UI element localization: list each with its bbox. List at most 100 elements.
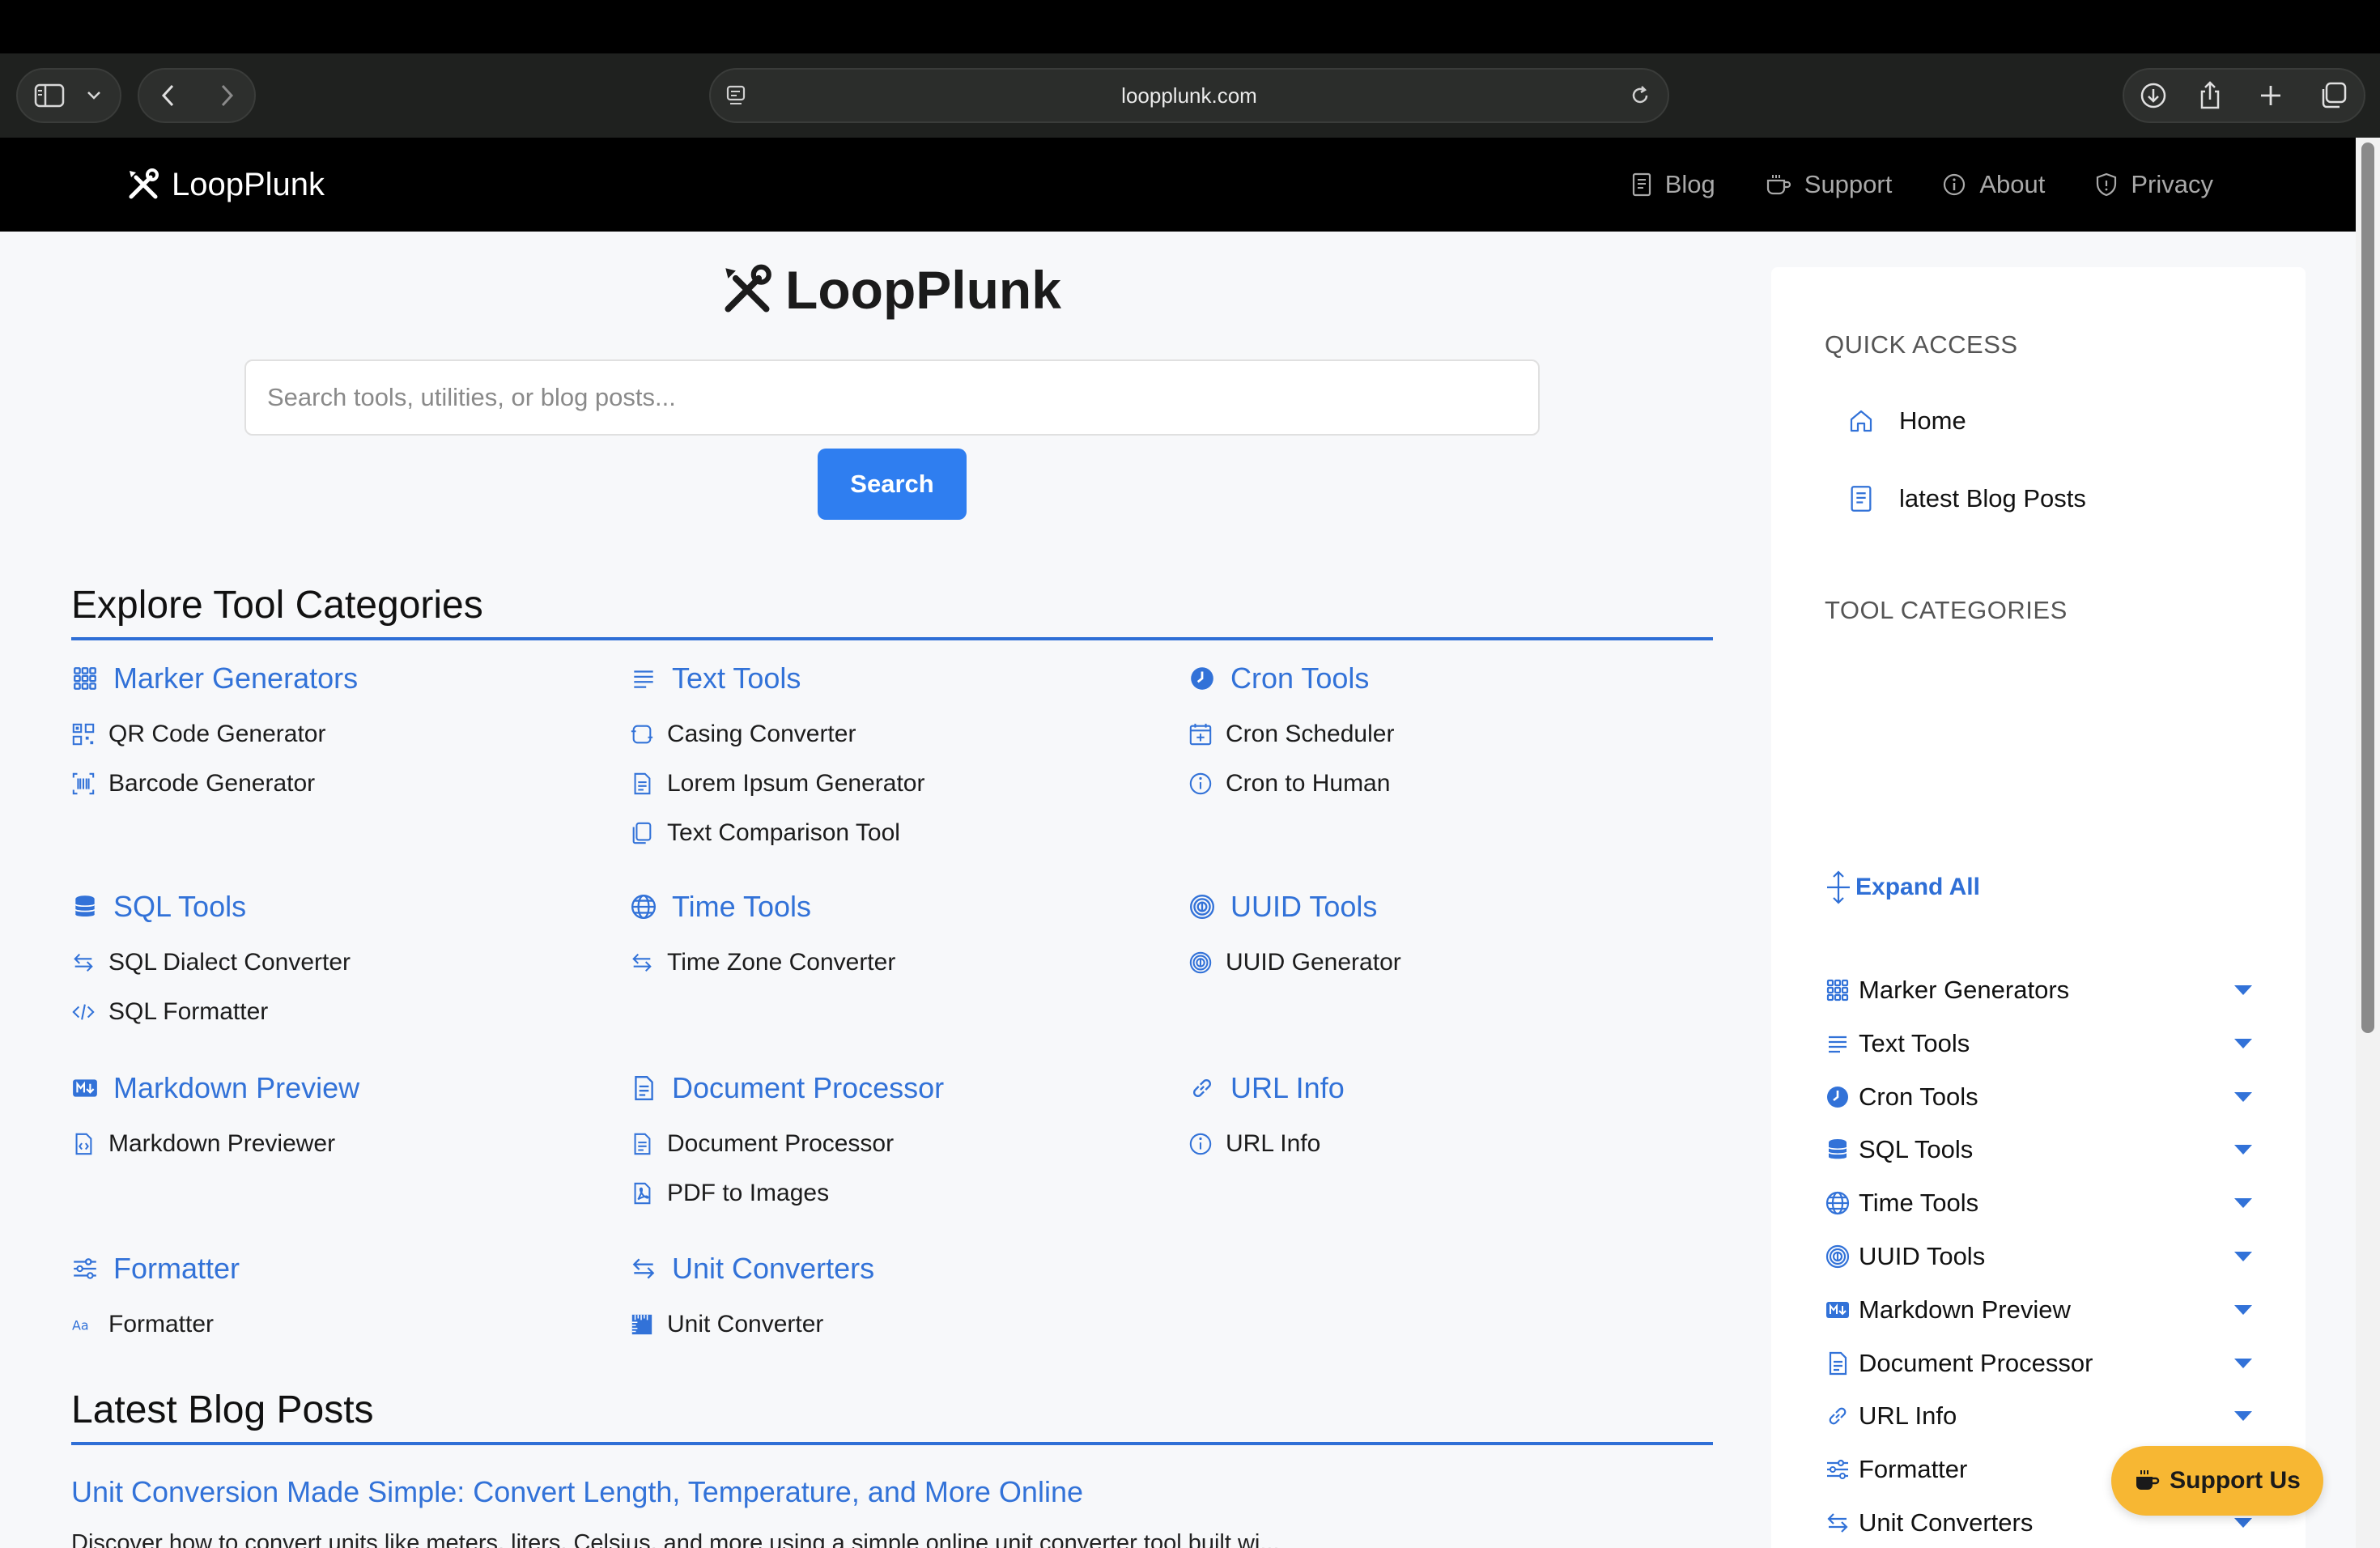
scrollbar-thumb[interactable] xyxy=(2361,142,2374,1033)
caret-down-icon[interactable] xyxy=(2233,1303,2254,1316)
caret-down-icon[interactable] xyxy=(2233,1197,2254,1210)
tool-link[interactable]: Cron Scheduler xyxy=(1188,709,1394,759)
category-heading-link[interactable]: SQL Tools xyxy=(71,889,351,925)
new-tab-icon[interactable] xyxy=(2259,83,2283,108)
svg-text:Aa: Aa xyxy=(72,1317,89,1333)
support-us-button[interactable]: Support Us xyxy=(2111,1446,2323,1516)
chevron-down-icon[interactable] xyxy=(86,90,102,101)
casing-icon xyxy=(630,722,654,746)
category-block: Text Tools Casing Converter Lorem Ipsum Ge… xyxy=(630,661,924,857)
sidebar-category-label: Formatter xyxy=(1859,1455,1968,1484)
blog-icon xyxy=(1847,485,1875,512)
sidebar-category-item[interactable]: Document Processor xyxy=(1825,1343,2254,1384)
code-icon xyxy=(71,1000,96,1024)
category-heading-label: SQL Tools xyxy=(113,890,247,923)
barcode-icon xyxy=(71,772,96,796)
sidebar-category-item[interactable]: SQL Tools xyxy=(1825,1129,2254,1170)
caret-down-icon[interactable] xyxy=(2233,1037,2254,1050)
category-heading-link[interactable]: Markdown Preview xyxy=(71,1070,359,1106)
tool-link-label: PDF to Images xyxy=(667,1179,830,1206)
copy-icon xyxy=(630,821,654,845)
forward-icon[interactable] xyxy=(219,83,235,108)
tool-link[interactable]: Casing Converter xyxy=(630,709,924,759)
category-heading-link[interactable]: Cron Tools xyxy=(1188,661,1394,696)
tool-link[interactable]: Cron to Human xyxy=(1188,759,1394,808)
shield-icon xyxy=(2095,172,2118,198)
tool-link[interactable]: UUID Generator xyxy=(1188,938,1401,987)
tool-link[interactable]: Lorem Ipsum Generator xyxy=(630,759,924,808)
address-bar[interactable]: loopplunk.com xyxy=(709,68,1669,123)
sidebar-category-item[interactable]: Text Tools xyxy=(1825,1023,2254,1064)
tool-link[interactable]: Aa Formatter xyxy=(71,1299,240,1349)
grid-icon xyxy=(1825,977,1851,1003)
expand-all-button[interactable]: Expand All xyxy=(1825,870,1980,905)
nav-support[interactable]: Support xyxy=(1766,170,1892,199)
hero-title: LoopPlunk xyxy=(720,259,1061,321)
tabs-overview-icon[interactable] xyxy=(2318,81,2348,110)
category-heading-link[interactable]: Text Tools xyxy=(630,661,924,696)
window-top-strip xyxy=(0,0,2380,53)
back-icon[interactable] xyxy=(160,83,176,108)
category-heading-label: Formatter xyxy=(113,1252,240,1285)
category-heading-link[interactable]: UUID Tools xyxy=(1188,889,1401,925)
brand-link[interactable]: LoopPlunk xyxy=(126,138,325,232)
category-heading-link[interactable]: Unit Converters xyxy=(630,1251,874,1286)
caret-down-icon[interactable] xyxy=(2233,1091,2254,1104)
sidebar-category-item[interactable]: Time Tools xyxy=(1825,1183,2254,1223)
category-heading-link[interactable]: Marker Generators xyxy=(71,661,358,696)
reload-icon[interactable] xyxy=(1629,84,1651,107)
nav-privacy[interactable]: Privacy xyxy=(2095,170,2213,199)
caret-down-icon[interactable] xyxy=(2233,1250,2254,1263)
tool-link[interactable]: PDF to Images xyxy=(630,1168,944,1218)
expand-vertical-icon xyxy=(1825,870,1852,905)
sidebar-category-item[interactable]: UUID Tools xyxy=(1825,1236,2254,1277)
blog-icon xyxy=(1631,172,1652,197)
sidebar-category-item[interactable]: Markdown Preview xyxy=(1825,1290,2254,1330)
info-icon xyxy=(1942,172,1966,197)
caret-down-icon[interactable] xyxy=(2233,1357,2254,1370)
nav-blog[interactable]: Blog xyxy=(1631,170,1715,199)
tool-link[interactable]: Markdown Previewer xyxy=(71,1119,359,1168)
document-icon xyxy=(630,1074,657,1102)
tool-link[interactable]: Barcode Generator xyxy=(71,759,358,808)
page-scrollbar[interactable] xyxy=(2356,138,2380,1548)
tool-link[interactable]: Document Processor xyxy=(630,1119,944,1168)
sidebar-category-item[interactable]: Marker Generators xyxy=(1825,970,2254,1010)
sidebar-toggle-group[interactable] xyxy=(16,68,121,123)
tool-link[interactable]: QR Code Generator xyxy=(71,709,358,759)
search-button[interactable]: Search xyxy=(818,449,967,520)
tool-link[interactable]: Text Comparison Tool xyxy=(630,808,924,857)
sidebar-category-item[interactable]: Cron Tools xyxy=(1825,1077,2254,1117)
link-icon xyxy=(1188,1074,1216,1102)
brand-name: LoopPlunk xyxy=(172,166,325,202)
link-icon xyxy=(1825,1403,1851,1429)
blog-post-link[interactable]: Unit Conversion Made Simple: Convert Len… xyxy=(71,1475,1083,1509)
quick-link-blog-label: latest Blog Posts xyxy=(1899,484,2086,512)
tool-link-label: Barcode Generator xyxy=(108,769,316,797)
nav-about[interactable]: About xyxy=(1942,170,2045,199)
tool-link-label: QR Code Generator xyxy=(108,720,326,747)
sidebar-icon[interactable] xyxy=(34,83,65,108)
category-heading-link[interactable]: URL Info xyxy=(1188,1070,1345,1106)
tool-link[interactable]: URL Info xyxy=(1188,1119,1345,1168)
tool-link[interactable]: Unit Converter xyxy=(630,1299,874,1349)
category-heading-link[interactable]: Document Processor xyxy=(630,1070,944,1106)
category-heading-link[interactable]: Time Tools xyxy=(630,889,895,925)
sidebar-category-label: UUID Tools xyxy=(1859,1242,1986,1270)
tool-link[interactable]: SQL Formatter xyxy=(71,987,351,1036)
category-heading-link[interactable]: Formatter xyxy=(71,1251,240,1286)
quick-link-home[interactable]: Home xyxy=(1847,406,1966,436)
caret-down-icon[interactable] xyxy=(2233,984,2254,997)
quick-link-blog[interactable]: latest Blog Posts xyxy=(1847,484,2086,513)
tool-link[interactable]: SQL Dialect Converter xyxy=(71,938,351,987)
caret-down-icon[interactable] xyxy=(2233,1410,2254,1423)
sidebar-category-item[interactable]: URL Info xyxy=(1825,1396,2254,1436)
tool-link[interactable]: Time Zone Converter xyxy=(630,938,895,987)
caret-down-icon[interactable] xyxy=(2233,1516,2254,1529)
search-input[interactable] xyxy=(244,359,1540,436)
share-icon[interactable] xyxy=(2197,80,2223,111)
caret-down-icon[interactable] xyxy=(2233,1143,2254,1156)
sidebar-category-label: Markdown Preview xyxy=(1859,1295,2071,1324)
sidebar-category-label: SQL Tools xyxy=(1859,1135,1974,1164)
download-icon[interactable] xyxy=(2139,81,2168,110)
